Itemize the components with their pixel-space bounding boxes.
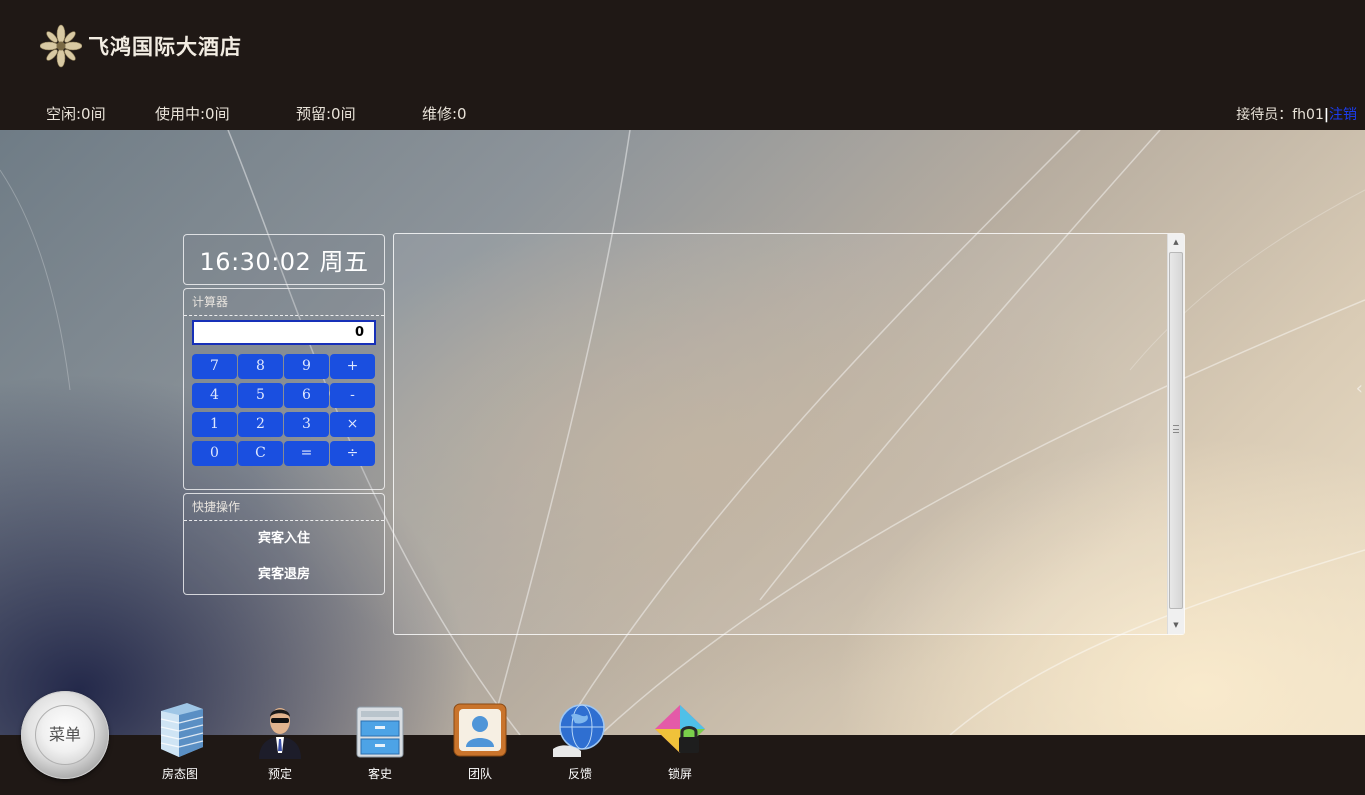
calc-key-divide[interactable]: ÷ xyxy=(330,441,375,466)
main-content-frame: ▲ ▼ xyxy=(393,233,1185,635)
dock-label-room-status: 房态图 xyxy=(161,767,198,781)
globe-icon xyxy=(553,704,605,757)
dock-reservation[interactable]: 预定 xyxy=(240,701,320,782)
calc-key-3[interactable]: 3 xyxy=(284,412,329,437)
stat-maintenance: 维修:0 xyxy=(422,105,467,123)
dock-lock-screen[interactable]: 锁屏 xyxy=(640,701,720,782)
calc-key-2[interactable]: 2 xyxy=(238,412,283,437)
start-menu-button[interactable]: 菜单 xyxy=(21,691,109,779)
hotel-logo-icon xyxy=(40,24,82,68)
stat-in-use: 使用中:0间 xyxy=(155,105,230,123)
calculator-panel: 计算器 0 7 8 9 + 4 5 6 - 1 2 3 × 0 C = ÷ xyxy=(183,288,385,490)
calculator-display[interactable]: 0 xyxy=(192,320,376,345)
scroll-grip-icon xyxy=(1173,425,1179,433)
guest-checkin-button[interactable]: 宾客入住 xyxy=(184,521,384,557)
logo: 飞鸿国际大酒店 xyxy=(40,24,242,68)
dock-label-team: 团队 xyxy=(467,767,492,781)
dock-room-status[interactable]: 房态图 xyxy=(140,701,220,782)
calc-key-5[interactable]: 5 xyxy=(238,383,283,408)
calc-key-equals[interactable]: = xyxy=(284,441,329,466)
calc-key-multiply[interactable]: × xyxy=(330,412,375,437)
calc-key-1[interactable]: 1 xyxy=(192,412,237,437)
dock-label-reservation: 预定 xyxy=(267,767,292,781)
dock-team[interactable]: 团队 xyxy=(440,701,520,782)
stat-reserved: 预留:0间 xyxy=(296,105,356,123)
scroll-thumb[interactable] xyxy=(1169,252,1183,609)
calculator-keypad: 7 8 9 + 4 5 6 - 1 2 3 × 0 C = ÷ xyxy=(192,354,375,466)
dock-guest-history[interactable]: 客史 xyxy=(340,701,420,782)
header-bar: 飞鸿国际大酒店 空闲:0间 使用中:0间 预留:0间 维修:0 接待员：fh01… xyxy=(0,0,1365,130)
user-info: 接待员：fh01|注销 xyxy=(1236,104,1357,124)
calculator-title: 计算器 xyxy=(184,289,384,316)
calc-key-6[interactable]: 6 xyxy=(284,383,329,408)
clock-panel: 16:30:02 周五 xyxy=(183,234,385,285)
guest-checkout-button[interactable]: 宾客退房 xyxy=(184,557,384,593)
side-expand-arrow-icon[interactable]: ‹ xyxy=(1356,378,1363,399)
dock-label-guest-history: 客史 xyxy=(367,767,392,781)
scroll-up-icon[interactable]: ▲ xyxy=(1168,234,1184,251)
calc-key-clear[interactable]: C xyxy=(238,441,283,466)
stat-vacant: 空闲:0间 xyxy=(46,105,106,123)
calc-key-minus[interactable]: - xyxy=(330,383,375,408)
menu-label: 菜单 xyxy=(35,705,95,765)
logout-link[interactable]: 注销 xyxy=(1329,107,1357,123)
cabinet-icon xyxy=(356,706,404,758)
calc-key-7[interactable]: 7 xyxy=(192,354,237,379)
calc-key-9[interactable]: 9 xyxy=(284,354,329,379)
contact-card-icon xyxy=(453,703,507,757)
quick-actions-title: 快捷操作 xyxy=(184,494,384,521)
clock-display: 16:30:02 周五 xyxy=(199,248,369,276)
calc-key-4[interactable]: 4 xyxy=(192,383,237,408)
vertical-scrollbar[interactable]: ▲ ▼ xyxy=(1167,234,1184,634)
calc-key-0[interactable]: 0 xyxy=(192,441,237,466)
dock-label-lock-screen: 锁屏 xyxy=(667,767,692,781)
lock-icon xyxy=(655,705,705,753)
person-icon xyxy=(259,708,301,759)
hotel-name: 飞鸿国际大酒店 xyxy=(88,34,242,59)
quick-actions-panel: 快捷操作 宾客入住 宾客退房 xyxy=(183,493,385,595)
dock-feedback[interactable]: 反馈 xyxy=(540,701,620,782)
receptionist-label: 接待员：fh01 xyxy=(1236,107,1324,123)
scroll-down-icon[interactable]: ▼ xyxy=(1168,617,1184,634)
calc-key-8[interactable]: 8 xyxy=(238,354,283,379)
building-icon xyxy=(160,703,204,757)
calc-key-plus[interactable]: + xyxy=(330,354,375,379)
dock-label-feedback: 反馈 xyxy=(567,767,592,781)
